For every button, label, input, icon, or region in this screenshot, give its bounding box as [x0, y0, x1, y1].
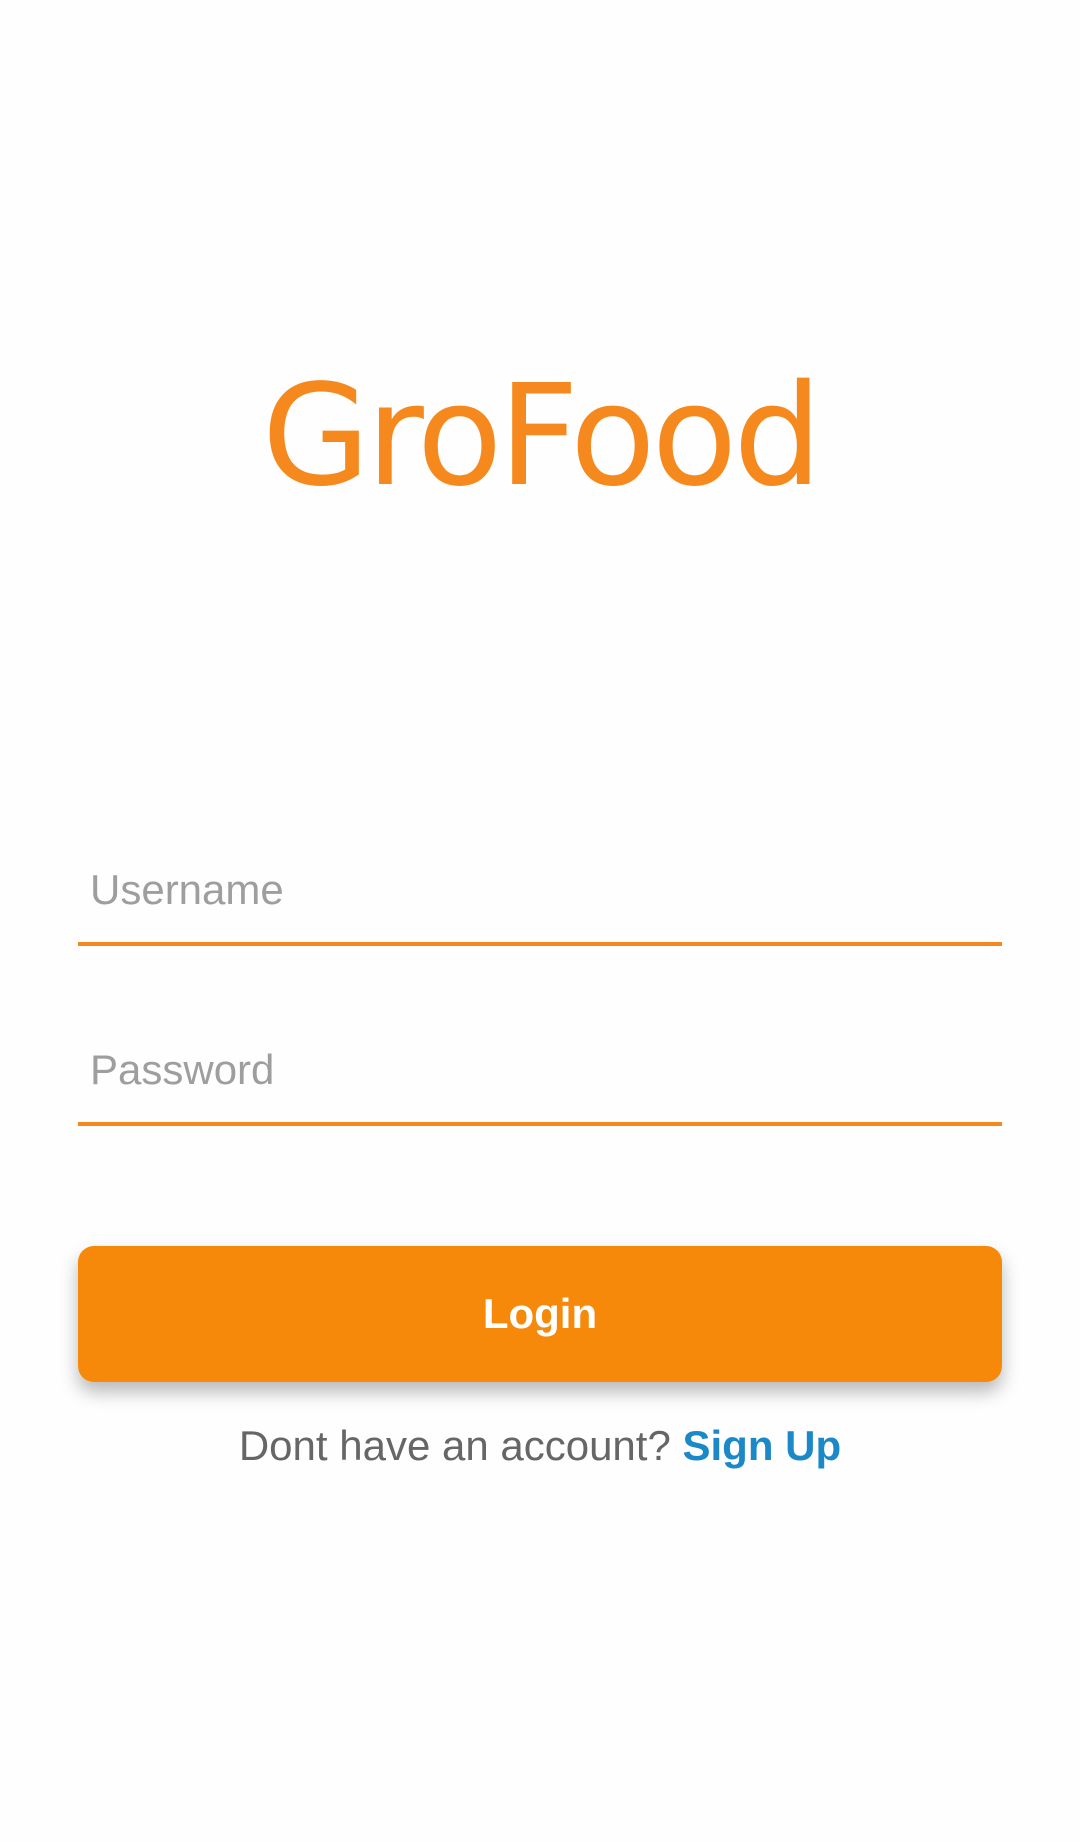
username-field-container: [78, 842, 1002, 946]
username-input[interactable]: [90, 842, 1002, 938]
login-button[interactable]: Login: [78, 1246, 1002, 1382]
signup-link[interactable]: Sign Up: [683, 1422, 842, 1469]
password-input[interactable]: [90, 1022, 1002, 1118]
password-field-container: [78, 1022, 1002, 1126]
signup-prompt: Dont have an account?: [238, 1422, 671, 1469]
signup-row: Dont have an account? Sign Up: [0, 1418, 1080, 1474]
app-logo: GroFood: [261, 355, 822, 518]
